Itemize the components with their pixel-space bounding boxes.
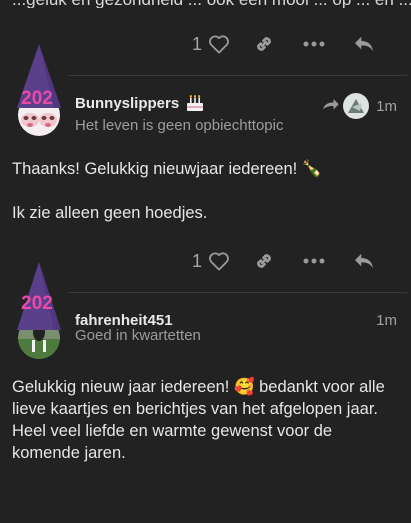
- post-user-title: Goed in kwartetten: [75, 327, 201, 344]
- like-button[interactable]: 1: [183, 29, 239, 59]
- post-body: Thaanks! Gelukkig nieuwjaar iedereen! 🍾 …: [12, 158, 401, 224]
- ellipsis-icon: [303, 258, 325, 264]
- heart-icon: [209, 35, 229, 54]
- post-actions-previous: 1: [183, 29, 389, 59]
- post-actions-partial: [183, 493, 389, 523]
- post-divider: [68, 292, 407, 293]
- avatar: 202: [17, 44, 61, 136]
- post-divider: [68, 75, 407, 76]
- birthday-cake-icon: [187, 95, 204, 111]
- post-paragraph: Thaanks! Gelukkig nieuwjaar iedereen! 🍾: [12, 160, 323, 178]
- more-options-button[interactable]: [289, 29, 339, 59]
- reply-icon: [355, 253, 373, 269]
- avatar: 202: [17, 262, 61, 359]
- post-body: Gelukkig nieuw jaar iedereen! 🥰 bedankt …: [12, 376, 401, 464]
- reply-to-indicator[interactable]: [321, 93, 369, 119]
- copy-link-button[interactable]: [239, 29, 289, 59]
- post-user-title: Het leven is geen opbiechttopic: [75, 117, 284, 134]
- reply-button[interactable]: [339, 29, 389, 59]
- heart-icon: [209, 252, 229, 271]
- reply-arrow-icon: [323, 99, 339, 110]
- like-button[interactable]: 1: [183, 246, 239, 276]
- username-link[interactable]: Bunnyslippers: [75, 95, 179, 112]
- previous-post-cut-text: ...geluk en gezondheid ... ook een mooi …: [0, 0, 411, 8]
- copy-link-button[interactable]: [239, 493, 289, 523]
- copy-link-button[interactable]: [239, 246, 289, 276]
- post-paragraph: Ik zie alleen geen hoedjes.: [12, 204, 208, 222]
- avatar-with-party-hat[interactable]: 202: [10, 42, 68, 142]
- more-options-button[interactable]: [289, 246, 339, 276]
- avatar-with-party-hat[interactable]: 202: [10, 260, 68, 360]
- like-count: 1: [191, 33, 202, 54]
- reply-icon: [355, 36, 373, 52]
- ellipsis-icon: [303, 41, 325, 47]
- link-icon: [257, 254, 271, 268]
- more-options-button[interactable]: [289, 493, 339, 523]
- link-icon: [257, 37, 271, 51]
- post-time[interactable]: 1m: [376, 312, 397, 329]
- like-button[interactable]: [183, 493, 239, 523]
- post-paragraph: Gelukkig nieuw jaar iedereen! 🥰 bedankt …: [12, 378, 385, 462]
- like-count: 1: [191, 250, 202, 271]
- post-username[interactable]: Bunnyslippers: [75, 93, 205, 113]
- replied-user-avatar: [343, 93, 369, 119]
- reply-button[interactable]: [339, 246, 389, 276]
- hat-text: 202: [21, 88, 53, 109]
- hat-text: 202: [21, 293, 53, 314]
- post-actions: 1: [183, 246, 389, 276]
- reply-button[interactable]: [339, 493, 389, 523]
- post-time[interactable]: 1m: [376, 98, 397, 115]
